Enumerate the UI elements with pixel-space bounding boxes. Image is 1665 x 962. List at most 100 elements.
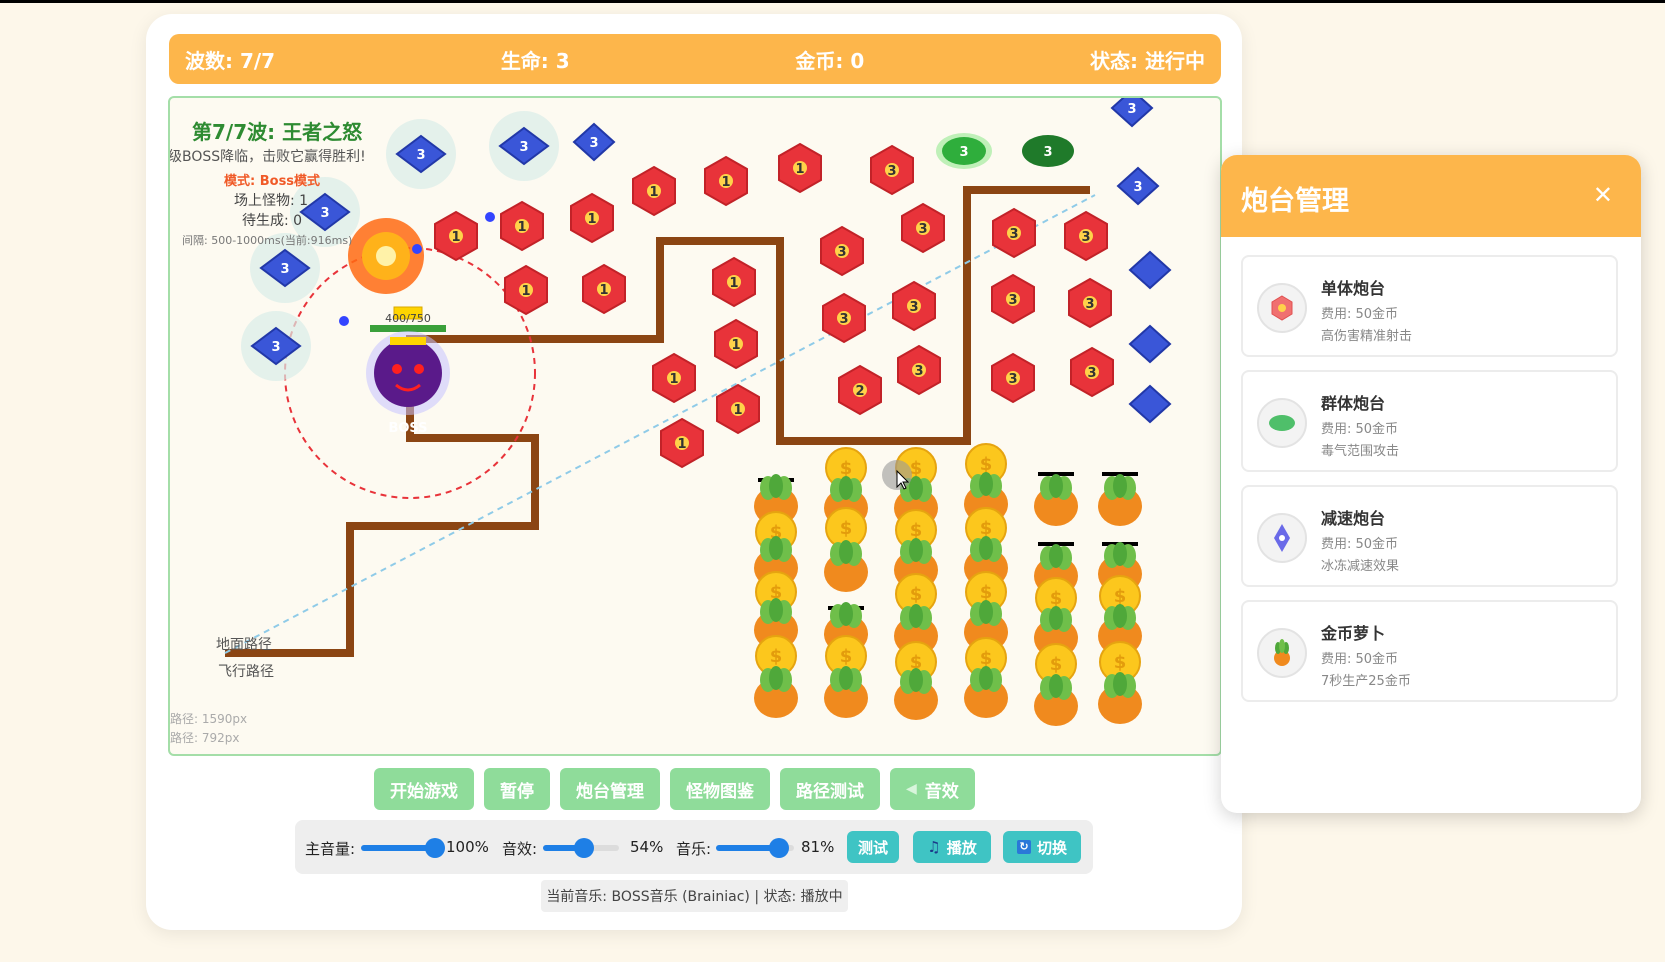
single-tower[interactable]: 3 [892, 281, 936, 331]
tower-management-button[interactable]: 炮台管理 [560, 768, 660, 810]
single-tower[interactable]: 1 [504, 265, 548, 315]
bullet [485, 212, 495, 222]
carrot-farm-column[interactable] [1034, 472, 1078, 726]
game-field-canvas[interactable]: $ 400/750 BOSS [170, 98, 1222, 756]
slow-tower[interactable]: 3 [1117, 167, 1159, 205]
svg-text:1: 1 [677, 437, 686, 452]
single-tower[interactable]: 1 [582, 264, 626, 314]
audio-test-button[interactable]: 测试 [847, 831, 899, 863]
ground-path-length: 路径: 1590px [170, 712, 248, 726]
single-tower[interactable]: 3 [870, 145, 914, 195]
single-tower[interactable]: 2 [838, 365, 882, 415]
svg-text:3: 3 [1085, 297, 1094, 312]
slow-tower[interactable] [1129, 251, 1171, 289]
slow-tower[interactable]: 3 [240, 310, 312, 382]
svg-text:3: 3 [909, 300, 918, 315]
sfx-volume-label: 音效: [502, 840, 538, 858]
sound-effect-button[interactable]: ◀ 音效 [890, 768, 975, 810]
svg-text:1: 1 [649, 185, 658, 200]
tower-option-group[interactable]: 群体炮台 费用: 50金币 毒气范围攻击 [1241, 370, 1618, 472]
svg-text:1: 1 [669, 372, 678, 387]
panel-header: 炮台管理 ✕ [1221, 155, 1641, 237]
tower-description: 7秒生产25金币 [1321, 674, 1411, 689]
tower-name: 金币萝卜 [1321, 624, 1386, 643]
svg-text:3: 3 [280, 262, 289, 277]
monster-guide-button[interactable]: 怪物图鉴 [670, 768, 770, 810]
single-tower[interactable]: 1 [500, 201, 544, 251]
single-tower[interactable]: 3 [992, 208, 1036, 258]
tower-cost: 费用: 50金币 [1321, 307, 1399, 322]
tower-option-single[interactable]: 单体炮台 费用: 50金币 高伤害精准射击 [1241, 255, 1618, 357]
slow-tower[interactable]: 3 [1111, 98, 1153, 127]
single-tower[interactable]: 3 [991, 353, 1035, 403]
music-volume-label: 音乐: [676, 840, 712, 858]
single-tower[interactable]: 3 [897, 345, 941, 395]
slow-tower[interactable]: 3 [385, 118, 457, 190]
wave-subtitle: 级BOSS降临，击败它赢得胜利! [168, 149, 366, 165]
pause-button[interactable]: 暂停 [484, 768, 550, 810]
tower-option-carrot[interactable]: 金币萝卜 费用: 50金币 7秒生产25金币 [1241, 600, 1618, 702]
svg-text:1: 1 [587, 212, 596, 227]
single-tower[interactable]: 3 [820, 226, 864, 276]
svg-text:3: 3 [959, 145, 968, 160]
wave-status: 波数: 7/7 [185, 48, 276, 73]
single-tower[interactable]: 1 [716, 384, 760, 434]
boss-hp-text: 400/750 [385, 312, 431, 325]
music-volume-value: 81% [801, 838, 835, 856]
svg-text:3: 3 [918, 222, 927, 237]
close-icon[interactable]: ✕ [1593, 181, 1613, 209]
air-path-legend: 飞行路径 [218, 664, 274, 680]
start-game-button[interactable]: 开始游戏 [374, 768, 474, 810]
ground-path-legend: 地面路径 [216, 637, 272, 653]
spawn-interval: 间隔: 500-1000ms(当前:916ms) [182, 234, 353, 247]
sfx-volume-value: 54% [630, 838, 664, 856]
svg-text:3: 3 [1008, 293, 1017, 308]
tower-cost: 费用: 50金币 [1321, 422, 1399, 437]
svg-text:1: 1 [451, 230, 460, 245]
single-tower[interactable]: 1 [632, 166, 676, 216]
tower-name: 群体炮台 [1321, 394, 1386, 413]
music-play-button[interactable]: ♫ 播放 [913, 831, 991, 863]
group-tower[interactable]: 3 [1022, 135, 1074, 167]
speaker-icon: ◀ [906, 781, 917, 797]
panel-title: 炮台管理 [1241, 186, 1349, 217]
single-tower[interactable]: 3 [991, 274, 1035, 324]
single-tower[interactable]: 1 [660, 418, 704, 468]
slow-tower[interactable] [1129, 385, 1171, 423]
single-tower[interactable]: 1 [778, 143, 822, 193]
master-volume-slider[interactable] [361, 838, 445, 858]
single-tower[interactable]: 1 [712, 257, 756, 307]
single-tower[interactable]: 3 [901, 203, 945, 253]
slow-tower[interactable] [1129, 325, 1171, 363]
fire-projectile [348, 218, 424, 294]
path-test-button[interactable]: 路径测试 [780, 768, 880, 810]
svg-text:3: 3 [519, 140, 528, 155]
single-tower[interactable]: 3 [1068, 278, 1112, 328]
music-volume-slider[interactable] [716, 838, 794, 858]
blue-diamond-icon [1257, 513, 1307, 563]
group-tower[interactable]: 3 [936, 133, 992, 169]
tower-management-panel: 炮台管理 ✕ 单体炮台 费用: 50金币 高伤害精准射击 群体炮台 费用: 50… [1221, 155, 1641, 813]
single-tower[interactable]: 1 [704, 156, 748, 206]
carrot-farm-column[interactable] [824, 447, 868, 718]
music-switch-button[interactable]: ↻ 切换 [1003, 831, 1081, 863]
single-tower[interactable]: 1 [714, 319, 758, 369]
carrot-farm-column[interactable] [754, 474, 798, 718]
single-tower[interactable]: 3 [1064, 211, 1108, 261]
monsters-pending: 待生成: 0 [242, 213, 303, 229]
tower-description: 冰冻减速效果 [1321, 559, 1400, 574]
slow-tower[interactable]: 3 [573, 123, 615, 161]
single-tower[interactable]: 1 [652, 353, 696, 403]
tower-option-slow[interactable]: 减速炮台 费用: 50金币 冰冻减速效果 [1241, 485, 1618, 587]
music-status: 当前音乐: BOSS音乐 (Brainiac) | 状态: 播放中 [541, 880, 848, 912]
svg-text:3: 3 [839, 312, 848, 327]
game-field[interactable]: $ 400/750 BOSS [168, 96, 1222, 756]
wave-mode: 模式: Boss模式 [224, 174, 321, 189]
sfx-volume-slider[interactable] [543, 838, 619, 858]
single-tower[interactable]: 3 [1070, 347, 1114, 397]
slow-tower[interactable]: 3 [488, 110, 560, 182]
svg-text:3: 3 [589, 136, 598, 151]
carrot-farm-column[interactable] [1098, 472, 1142, 724]
single-tower[interactable]: 1 [570, 193, 614, 243]
carrot-farm-column[interactable] [964, 443, 1008, 718]
